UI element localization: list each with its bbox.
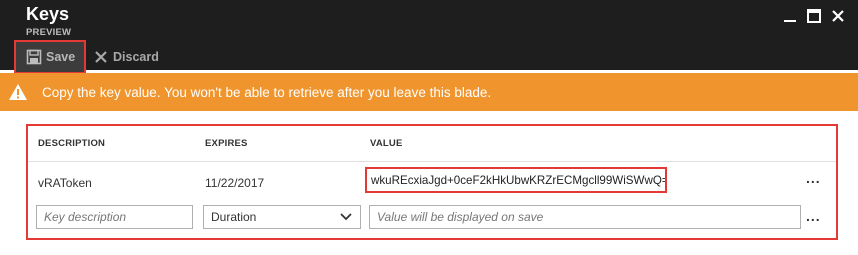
column-header-value: VALUE: [370, 138, 403, 149]
header-divider: [28, 161, 836, 162]
key-value-input[interactable]: [369, 205, 801, 229]
discard-button[interactable]: Discard: [94, 40, 159, 74]
key-value-text: wkuREcxiaJgd+0ceF2kHkUbwKRZrECMgcll99WiS…: [371, 173, 667, 187]
blade-header: Keys PREVIEW Save Discard: [0, 0, 858, 74]
key-value-field[interactable]: wkuREcxiaJgd+0ceF2kHkUbwKRZrECMgcll99WiS…: [365, 167, 667, 193]
chevron-down-icon: [340, 213, 352, 221]
close-icon[interactable]: [830, 8, 846, 24]
discard-x-icon: [95, 51, 107, 63]
duration-select[interactable]: Duration: [203, 205, 361, 229]
key-description-input[interactable]: [36, 205, 193, 229]
keys-table: DESCRIPTION EXPIRES VALUE vRAToken 11/22…: [26, 124, 838, 240]
column-header-description: DESCRIPTION: [38, 138, 106, 149]
column-header-expires: EXPIRES: [205, 138, 248, 149]
duration-selected: Duration: [211, 210, 257, 224]
blade-subtitle: PREVIEW: [26, 27, 72, 38]
new-row-more-button[interactable]: ...: [806, 208, 821, 224]
banner-message: Copy the key value. You won't be able to…: [42, 84, 492, 100]
blade-title: Keys: [26, 4, 70, 24]
row-description: vRAToken: [38, 176, 92, 190]
row-more-button[interactable]: ...: [806, 170, 821, 186]
warning-icon: [9, 84, 27, 100]
warning-banner: Copy the key value. You won't be able to…: [0, 73, 858, 111]
maximize-icon[interactable]: [806, 8, 822, 24]
minimize-icon[interactable]: [782, 8, 798, 24]
save-label: Save: [46, 50, 76, 64]
save-icon: [26, 49, 42, 65]
discard-label: Discard: [113, 50, 159, 64]
save-button[interactable]: Save: [14, 40, 86, 74]
row-expires: 11/22/2017: [205, 176, 265, 190]
